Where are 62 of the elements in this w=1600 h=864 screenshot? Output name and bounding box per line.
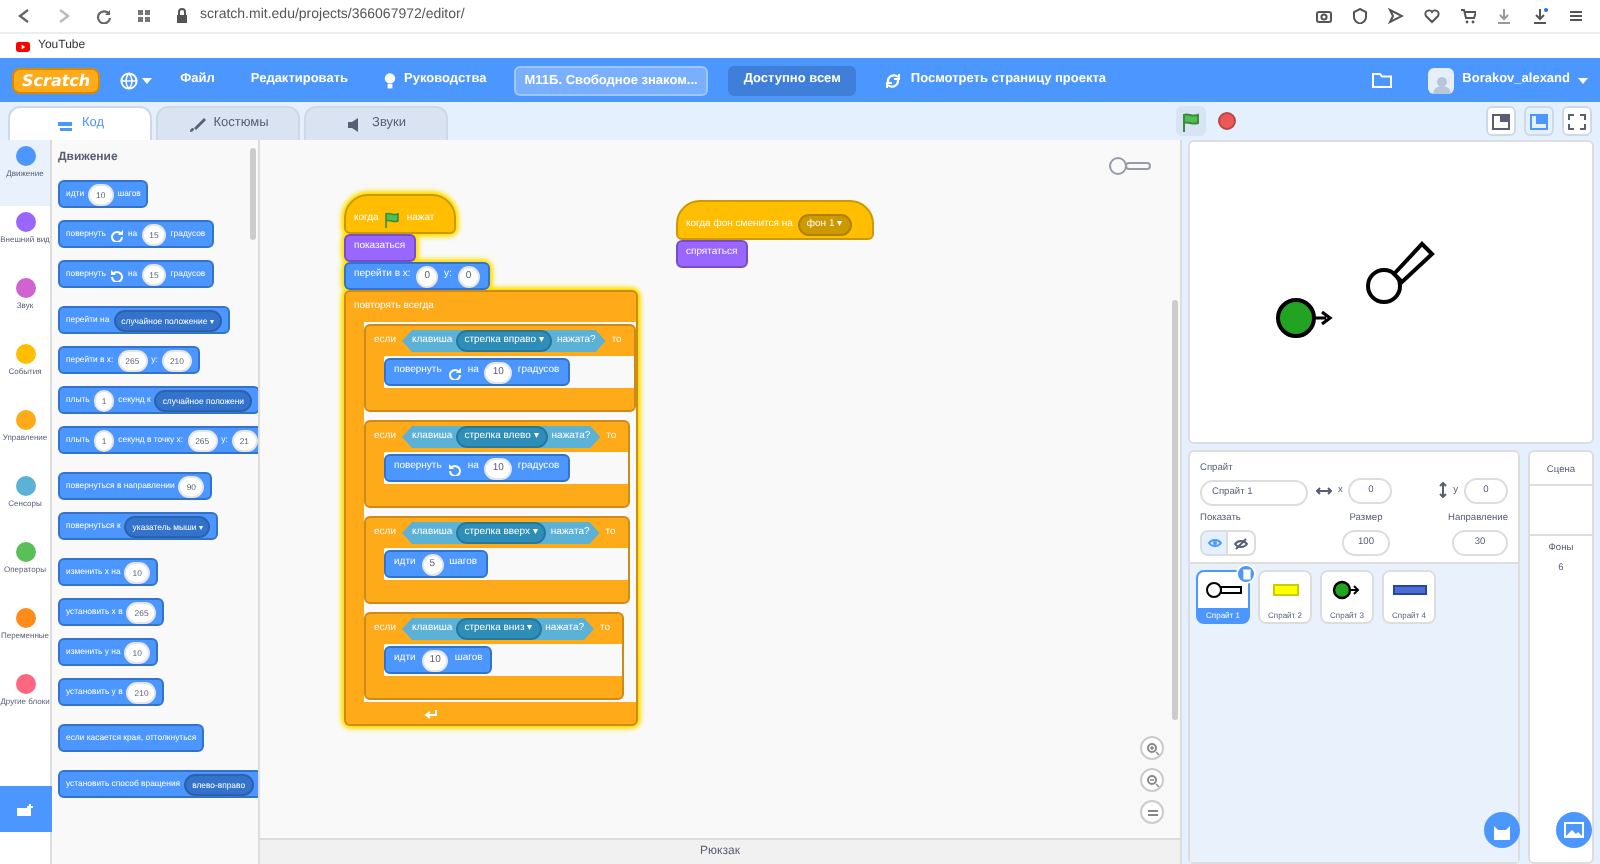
- lamp-thumbnail-icon: [1203, 580, 1243, 601]
- eye-slash-icon: [1234, 537, 1248, 550]
- sprite-thumbnail-icon: [1108, 156, 1152, 176]
- zoom-button[interactable]: [1140, 800, 1164, 824]
- folder-icon[interactable]: [1372, 72, 1393, 88]
- arrow-down-icon[interactable]: [1532, 8, 1548, 24]
- start-flag-button[interactable]: [1176, 106, 1206, 136]
- rotate-left-icon: [109, 267, 124, 281]
- flag-icon: [384, 211, 401, 227]
- rotate-right-icon: [109, 227, 124, 241]
- cart-icon[interactable]: [1460, 8, 1476, 24]
- rotate-left-icon: [447, 461, 462, 475]
- globe-icon: [120, 71, 139, 89]
- show-button[interactable]: [1200, 530, 1228, 557]
- language-menu[interactable]: [120, 71, 153, 89]
- arrows-icon: [884, 71, 903, 89]
- play-icon: [16, 41, 30, 51]
- zoom-out-icon: [1145, 773, 1159, 787]
- add-extension-button[interactable]: [0, 786, 52, 832]
- cat-icon: [1492, 821, 1512, 839]
- horizontal-arrows-icon: [1316, 485, 1332, 496]
- eye-icon: [1207, 538, 1221, 549]
- stop-button[interactable]: [1218, 112, 1236, 130]
- paddle-thumbnail-icon: [1389, 580, 1429, 601]
- stage-thumbnail: [1530, 484, 1592, 537]
- heart-icon[interactable]: [1424, 8, 1440, 24]
- forward-icon: [56, 8, 72, 24]
- zoom-button[interactable]: [1140, 768, 1164, 792]
- trash-icon: [1241, 568, 1251, 581]
- small-stage-icon: [1492, 113, 1510, 129]
- reload-icon: [96, 8, 112, 24]
- shield-icon[interactable]: [1352, 8, 1368, 24]
- zoom-in-icon: [1145, 741, 1159, 755]
- lamp-sprite: [1366, 236, 1438, 304]
- extension-icon: [16, 801, 36, 817]
- loop-arrow-icon: [424, 707, 438, 719]
- menu-icon[interactable]: [1568, 8, 1584, 24]
- lightbulb-icon: [384, 71, 397, 89]
- caret-icon: [1578, 77, 1588, 83]
- c-block[interactable]: [344, 290, 638, 726]
- brush-icon: [187, 115, 206, 133]
- image-icon: [1564, 822, 1584, 838]
- layout-button[interactable]: [1486, 106, 1516, 136]
- camera-icon[interactable]: [1316, 8, 1332, 24]
- large-stage-icon: [1530, 113, 1548, 129]
- zoom-button[interactable]: [1140, 736, 1164, 760]
- script-stack[interactable]: [344, 194, 638, 726]
- delete-button[interactable]: [1236, 564, 1256, 585]
- caret-icon: [142, 77, 153, 83]
- lock-icon: [176, 8, 188, 24]
- grid-icon: [136, 8, 152, 24]
- back-icon: [16, 8, 32, 24]
- person-silhouette-icon: [1431, 73, 1452, 93]
- fullscreen-icon: [1568, 113, 1586, 129]
- send-icon[interactable]: [1388, 8, 1404, 24]
- rotate-right-icon: [447, 365, 462, 379]
- download-icon[interactable]: [1496, 8, 1512, 24]
- hide-button[interactable]: [1228, 530, 1256, 557]
- vertical-arrows-icon: [1437, 482, 1448, 499]
- layout-button[interactable]: [1562, 106, 1592, 136]
- equals-icon: [1145, 805, 1159, 819]
- flag-icon: [1182, 111, 1200, 131]
